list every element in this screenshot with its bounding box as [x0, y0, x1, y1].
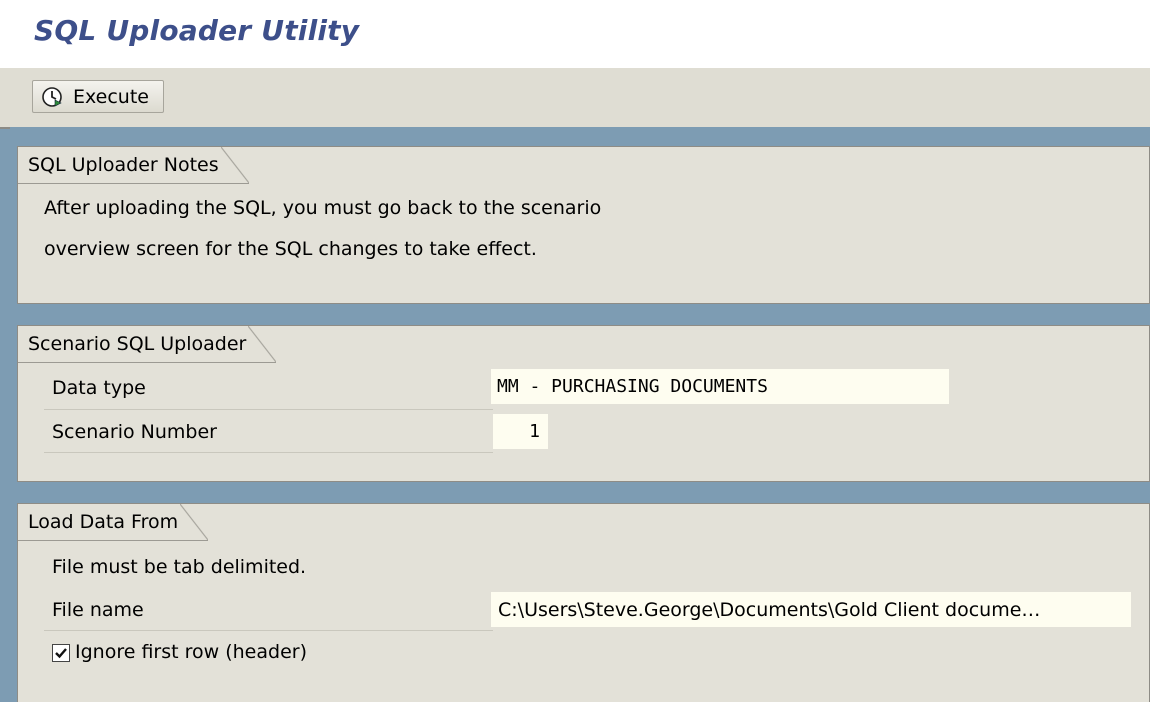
- load-data-group-title: Load Data From: [18, 504, 209, 541]
- notes-group-header: SQL Uploader Notes: [18, 147, 1149, 185]
- load-data-group: Load Data From File must be tab delimite…: [17, 503, 1150, 702]
- data-type-label: Data type: [52, 377, 146, 399]
- page-title: SQL Uploader Utility: [34, 14, 360, 47]
- scenario-number-label: Scenario Number: [52, 421, 217, 443]
- data-type-value: MM - PURCHASING DOCUMENTS: [497, 376, 768, 397]
- ignore-first-row-checkbox[interactable]: [52, 644, 70, 662]
- data-type-underline: [44, 409, 493, 410]
- title-bar: SQL Uploader Utility: [0, 0, 1150, 69]
- sql-uploader-window: SQL Uploader Utility Execute SQL Uploade…: [0, 0, 1150, 702]
- scenario-number-value: 1: [529, 421, 540, 442]
- notes-group: SQL Uploader Notes After uploading the S…: [17, 146, 1150, 304]
- scenario-group-title: Scenario SQL Uploader: [18, 326, 277, 363]
- execute-button-label: Execute: [73, 85, 149, 108]
- checkmark-icon: [55, 648, 67, 659]
- file-name-field[interactable]: C:\Users\Steve.George\Documents\Gold Cli…: [491, 592, 1131, 627]
- data-type-field[interactable]: MM - PURCHASING DOCUMENTS: [491, 369, 949, 404]
- ignore-first-row-label[interactable]: Ignore first row (header): [75, 641, 307, 663]
- tab-delimited-hint: File must be tab delimited.: [52, 556, 307, 578]
- notes-line-1: After uploading the SQL, you must go bac…: [44, 197, 602, 219]
- file-name-underline: [44, 630, 493, 631]
- clock-execute-icon: [42, 86, 62, 107]
- scenario-group-header: Scenario SQL Uploader: [18, 326, 1149, 364]
- file-name-value: C:\Users\Steve.George\Documents\Gold Cli…: [498, 598, 1041, 621]
- load-data-group-header: Load Data From: [18, 504, 1149, 542]
- notes-group-title: SQL Uploader Notes: [18, 147, 249, 184]
- main-content: SQL Uploader Notes After uploading the S…: [10, 127, 1150, 702]
- file-name-label: File name: [52, 599, 144, 621]
- scenario-number-underline: [44, 452, 493, 453]
- execute-button[interactable]: Execute: [32, 80, 164, 113]
- notes-line-2: overview screen for the SQL changes to t…: [44, 238, 537, 260]
- scenario-group: Scenario SQL Uploader Data type MM - PUR…: [17, 325, 1150, 482]
- scenario-number-field[interactable]: 1: [493, 414, 548, 449]
- application-toolbar: Execute: [0, 68, 1150, 129]
